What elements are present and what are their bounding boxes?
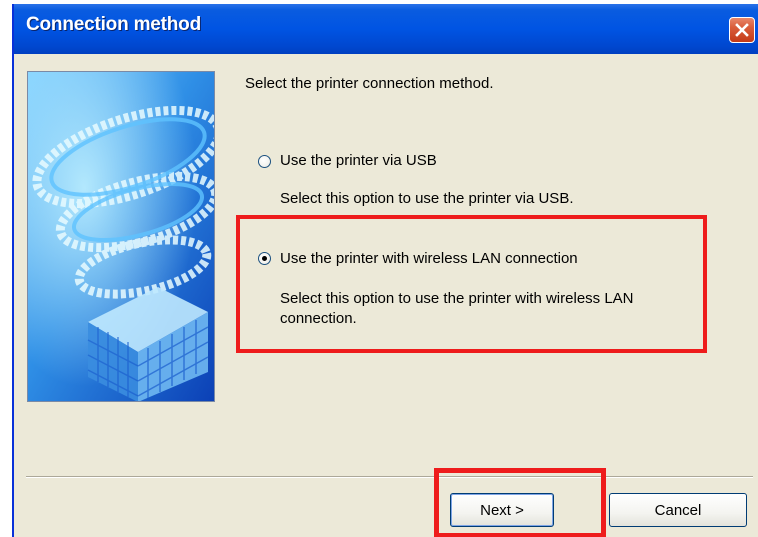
wireless-lan-radio[interactable] bbox=[258, 252, 271, 265]
usb-option-description: Select this option to use the printer vi… bbox=[280, 190, 574, 207]
cancel-button[interactable]: Cancel bbox=[609, 493, 747, 527]
usb-option-label[interactable]: Use the printer via USB bbox=[280, 152, 437, 169]
wireless-option-label[interactable]: Use the printer with wireless LAN connec… bbox=[280, 250, 578, 267]
window-title: Connection method bbox=[26, 14, 201, 35]
title-bar[interactable]: Connection method bbox=[14, 4, 758, 54]
usb-radio[interactable] bbox=[258, 155, 271, 168]
close-icon bbox=[735, 23, 749, 37]
wizard-side-image bbox=[27, 71, 215, 402]
next-button-highlight bbox=[434, 468, 606, 537]
instruction-text: Select the printer connection method. bbox=[245, 75, 494, 92]
connection-method-dialog: Connection method Select the printer con… bbox=[12, 4, 758, 537]
close-button[interactable] bbox=[729, 17, 755, 43]
wireless-option-description-line1: Select this option to use the printer wi… bbox=[280, 290, 634, 307]
dialog-body: Select the printer connection method. Us… bbox=[14, 54, 758, 537]
button-separator bbox=[26, 476, 753, 478]
wireless-option-highlight bbox=[236, 215, 707, 353]
wireless-option-description-line2: connection. bbox=[280, 310, 357, 327]
